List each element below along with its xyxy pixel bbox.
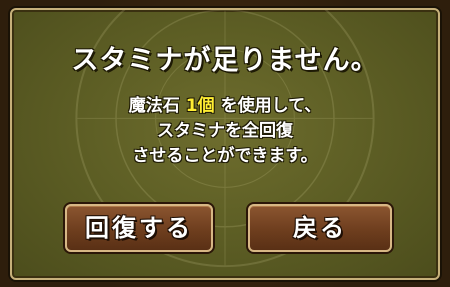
dialog-message: 魔法石 1個 を使用して、 スタミナを全回復 させることができます。 xyxy=(12,94,438,169)
message-line-2: スタミナを全回復 xyxy=(157,121,293,141)
message-line-1: 魔法石 1個 を使用して、 xyxy=(12,94,438,119)
back-button[interactable]: 戻る xyxy=(248,204,392,252)
stamina-dialog: スタミナが足りません。 魔法石 1個 を使用して、 スタミナを全回復 させることがで… xyxy=(10,8,440,280)
dialog-title: スタミナが足りません。 xyxy=(71,45,379,76)
recover-button[interactable]: 回復する xyxy=(65,204,213,252)
message-line-1-suffix: を使用して、 xyxy=(220,96,322,116)
message-line-3: させることができます。 xyxy=(132,146,318,166)
item-name: 魔法石 xyxy=(128,96,180,116)
item-cost: 1個 xyxy=(185,96,215,116)
game-background: スタミナが足りません。 魔法石 1個 を使用して、 スタミナを全回復 させることがで… xyxy=(0,0,450,287)
